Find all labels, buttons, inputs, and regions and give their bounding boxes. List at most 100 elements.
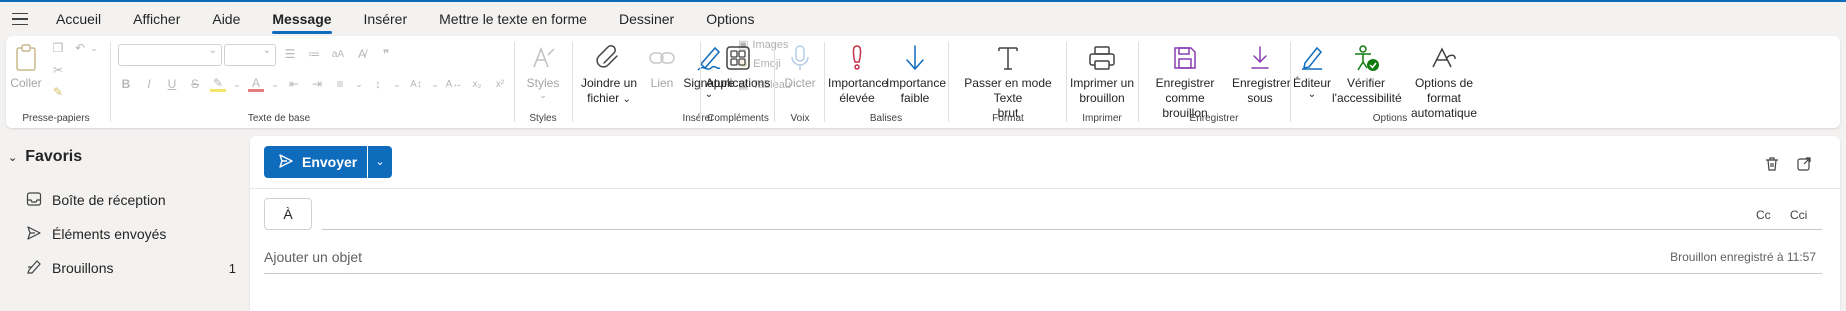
numbering-icon[interactable]: ≔ [306, 46, 322, 62]
autoformat-icon [1400, 40, 1488, 76]
group-format: Passer en mode Texte brut Format [950, 36, 1066, 128]
chevron-down-icon: ⌄ [375, 156, 385, 168]
separator [948, 42, 949, 122]
italic-icon[interactable]: I [141, 76, 157, 92]
align-dropdown-icon[interactable]: ⌄ [355, 76, 363, 92]
highlight-icon[interactable]: ✎ [210, 76, 226, 92]
check-accessibility-button[interactable]: Vérifier l'accessibilité [1332, 40, 1402, 106]
subscript-icon[interactable]: x₂ [469, 76, 485, 92]
hamburger-menu-icon[interactable] [0, 2, 40, 36]
strikethrough-icon[interactable]: S [187, 76, 203, 92]
save-as-button[interactable]: Enregistrer sous [1232, 40, 1291, 106]
bold-icon[interactable]: B [118, 76, 134, 92]
clipboard-icon [8, 40, 44, 76]
highlight-dropdown-icon[interactable]: ⌄ [233, 76, 241, 92]
folder-drafts[interactable]: Brouillons 1 [26, 256, 236, 280]
copy-icon[interactable]: ❐ [50, 40, 66, 56]
exclamation-icon [828, 40, 886, 76]
tab-inserer[interactable]: Insérer [348, 2, 424, 36]
tab-dessiner[interactable]: Dessiner [603, 2, 690, 36]
group-options: Éditeur ⌄ Vérifier l'accessibilité Optio… [1292, 36, 1488, 128]
clear-format-icon[interactable]: A̸ [354, 46, 370, 62]
high-importance-button[interactable]: Importance élevée [828, 40, 888, 106]
styles-dropdown-icon: ⌄ [539, 90, 547, 100]
autoformat-options-button[interactable]: Options de format automatique [1400, 40, 1488, 121]
low-importance-button[interactable]: Importance faible [886, 40, 946, 106]
font-color-dropdown-icon[interactable]: ⌄ [271, 76, 279, 92]
group-save: Enregistrer comme brouillon Enregistrer … [1140, 36, 1291, 128]
plain-text-button[interactable]: Passer en mode Texte brut [952, 40, 1064, 121]
menu-bar: Accueil Afficher Aide Message Insérer Me… [0, 2, 1846, 36]
folder-sent-items[interactable]: Éléments envoyés [26, 222, 236, 246]
group-basic-text: ☰ ≔ aA A̸ ❞ B I U S ✎ ⌄ A ⌄ ⇤ ⇥ ≡ ⌄ ↕ ⌄ … [114, 36, 504, 128]
font-color-icon[interactable]: A [248, 76, 264, 92]
separator [700, 42, 701, 122]
line-spacing-dropdown-icon[interactable]: ⌄ [393, 76, 401, 92]
send-button[interactable]: Envoyer [264, 146, 367, 178]
decrease-indent-icon[interactable]: ⇤ [286, 76, 302, 92]
separator [824, 42, 825, 122]
align-icon[interactable]: ≡ [332, 76, 348, 92]
attach-file-button[interactable]: Joindre un fichier ⌄ [576, 40, 642, 107]
discard-trash-icon[interactable] [1764, 156, 1780, 177]
down-arrow-icon [886, 40, 944, 76]
pencil-icon [26, 259, 42, 278]
folder-inbox[interactable]: Boîte de réception [26, 188, 236, 212]
separator [110, 42, 111, 122]
apps-grid-icon [704, 40, 772, 76]
tab-accueil[interactable]: Accueil [40, 2, 117, 36]
quote-icon[interactable]: ❞ [378, 46, 394, 62]
underline-icon[interactable]: U [164, 76, 180, 92]
dictate-button[interactable]: Dicter [778, 40, 822, 91]
favorites-header[interactable]: ⌄ Favoris [8, 148, 82, 166]
pop-out-icon[interactable] [1796, 156, 1812, 177]
styles-button[interactable]: Styles ⌄ [520, 40, 566, 100]
text-t-icon [952, 40, 1064, 76]
separator [572, 42, 573, 122]
tab-aide[interactable]: Aide [196, 2, 256, 36]
send-icon [278, 153, 294, 172]
editor-button[interactable]: Éditeur ⌄ [1292, 40, 1332, 100]
superscript-icon[interactable]: x² [492, 76, 508, 92]
draft-saved-status: Brouillon enregistré à 11:57 [1670, 250, 1816, 264]
send-options-dropdown[interactable]: ⌄ [368, 146, 392, 178]
bullets-icon[interactable]: ☰ [282, 46, 298, 62]
attach-dropdown-icon: ⌄ [622, 94, 631, 105]
group-voice: Dicter Voix [776, 36, 824, 128]
to-recipients-input[interactable] [322, 198, 1822, 230]
cc-button[interactable]: Cc [1756, 208, 1771, 222]
send-icon [26, 225, 42, 244]
tab-afficher[interactable]: Afficher [117, 2, 196, 36]
format-painter-icon[interactable]: ✎ [50, 84, 66, 100]
styles-icon [520, 40, 566, 76]
text-direction-dropdown-icon[interactable]: ⌄ [431, 76, 439, 92]
undo-dropdown-icon[interactable]: ⌄ [90, 40, 98, 56]
font-size-select[interactable] [224, 44, 276, 66]
bcc-button[interactable]: Cci [1790, 208, 1807, 222]
group-styles: Styles ⌄ Styles [518, 36, 568, 128]
tab-mettre-en-forme[interactable]: Mettre le texte en forme [423, 2, 603, 36]
undo-icon[interactable]: ↶ [72, 40, 88, 56]
link-button[interactable]: Lien [644, 40, 680, 91]
to-button[interactable]: À [264, 198, 312, 230]
apps-button[interactable]: Applications [704, 40, 772, 91]
increase-indent-icon[interactable]: ⇥ [309, 76, 325, 92]
line-spacing-icon[interactable]: ↕ [370, 76, 386, 92]
font-size-decrease-icon[interactable]: aA [330, 46, 346, 62]
subject-input[interactable] [264, 240, 1822, 274]
print-draft-button[interactable]: Imprimer un brouillon [1068, 40, 1136, 106]
compose-pane: Envoyer ⌄ À Cc Cci Brouillon enregistré … [250, 136, 1840, 311]
paste-button[interactable]: Coller [8, 40, 44, 91]
tab-options[interactable]: Options [690, 2, 770, 36]
cut-icon[interactable]: ✂ [50, 62, 66, 78]
link-icon [644, 40, 680, 76]
tab-message[interactable]: Message [256, 2, 347, 36]
text-direction-icon[interactable]: A↕ [408, 76, 424, 92]
chevron-down-icon: ⌄ [8, 151, 18, 164]
font-family-select[interactable] [118, 44, 222, 66]
header-divider [250, 188, 1840, 189]
accessibility-check-icon [1332, 40, 1400, 76]
ltr-icon[interactable]: A↔ [446, 76, 463, 92]
save-draft-button[interactable]: Enregistrer comme brouillon [1140, 40, 1230, 121]
separator [1290, 42, 1291, 122]
